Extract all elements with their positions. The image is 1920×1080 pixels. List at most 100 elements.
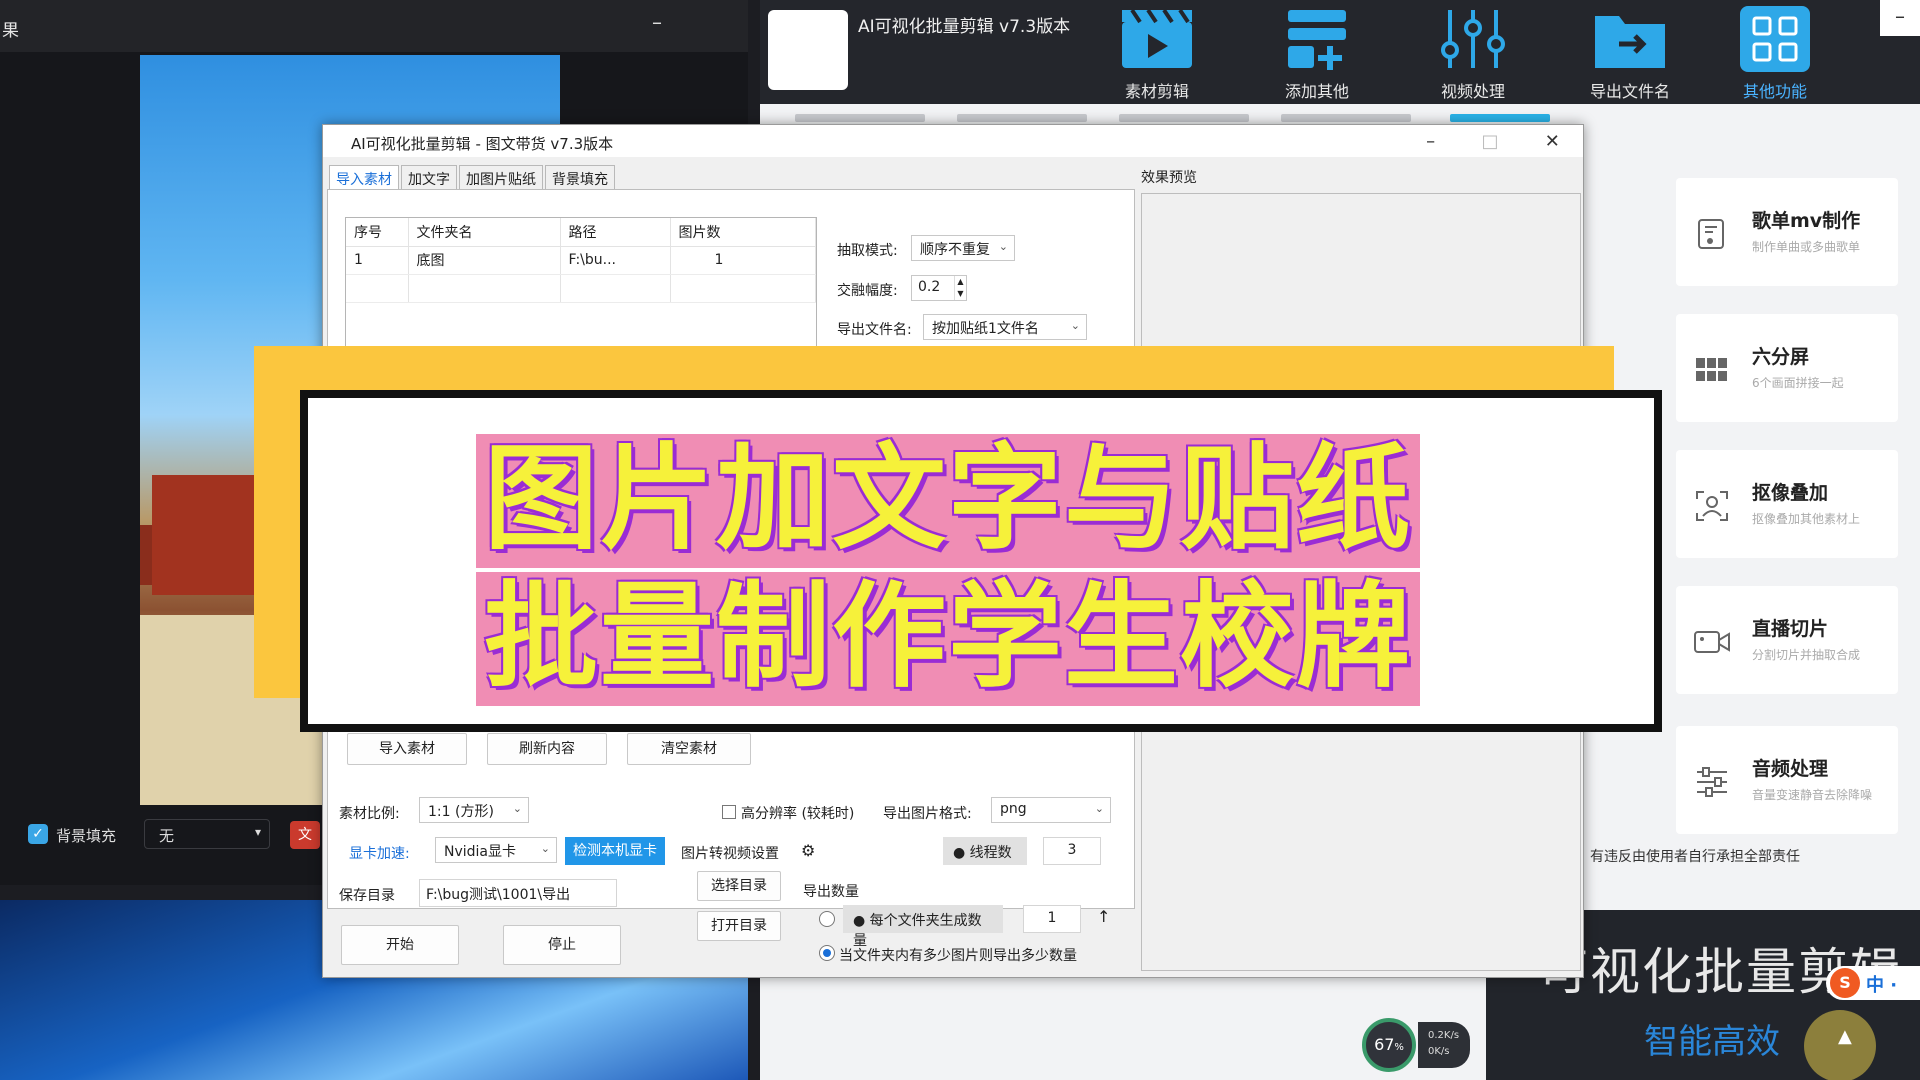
per-folder-label: ● 每个文件夹生成数量 <box>843 905 1003 949</box>
card-live-clip[interactable]: 直播切片 分割切片并抽取合成 <box>1676 586 1898 694</box>
format-select[interactable]: png ⌄ <box>991 797 1111 823</box>
choose-dir-button[interactable]: 选择目录 <box>697 871 781 901</box>
blend-stepper[interactable]: 0.2 ▲ ▼ <box>911 275 967 301</box>
sogou-icon: S <box>1830 968 1860 998</box>
chevron-down-icon: ⌄ <box>512 802 522 815</box>
card-title: 六分屏 <box>1752 346 1810 368</box>
stepper-arrows-icon[interactable]: ▲ ▼ <box>954 276 966 300</box>
card-keying[interactable]: 抠像叠加 抠像叠加其他素材上 <box>1676 450 1898 558</box>
stop-button[interactable]: 停止 <box>503 925 621 965</box>
save-dir-input[interactable]: F:\bug测试\1001\导出 <box>419 879 617 907</box>
column-header[interactable]: 序号 <box>346 218 409 247</box>
gpu-select[interactable]: Nvidia显卡 ⌄ <box>435 837 557 863</box>
folder-export-icon <box>1593 6 1667 72</box>
ratio-select[interactable]: 1:1 (方形) ⌄ <box>419 797 529 823</box>
portrait-icon <box>1694 488 1730 524</box>
column-header[interactable]: 文件夹名 <box>408 218 561 247</box>
blend-value: 0.2 <box>918 279 941 295</box>
nav-label: 添加其他 <box>1284 82 1349 101</box>
card-subtitle: 分割切片并抽取合成 <box>1752 648 1861 662</box>
card-playlist-mv[interactable]: 歌单mv制作 制作单曲或多曲歌单 <box>1676 178 1898 286</box>
nav-export-filename[interactable]: 导出文件名 <box>1560 6 1700 102</box>
detect-gpu-button[interactable]: 检测本机显卡 <box>565 837 665 865</box>
per-folder-radio[interactable] <box>819 911 835 927</box>
all-images-radio[interactable] <box>819 945 835 961</box>
table-row[interactable]: 1 底图 F:\bu... 1 <box>346 246 816 275</box>
left-controls-bar: ✓ 背景填充 无 ▾ 文 <box>0 815 320 855</box>
card-six-split[interactable]: 六分屏 6个画面拼接一起 <box>1676 314 1898 422</box>
ime-mode: 中 · <box>1866 975 1898 996</box>
nav-label: 导出文件名 <box>1589 82 1670 101</box>
hires-checkbox[interactable] <box>722 805 736 819</box>
text-chip[interactable]: 文 <box>290 821 320 849</box>
clapperboard-icon <box>1120 6 1194 72</box>
banner-line-2: 批量制作学生校牌 <box>476 572 1421 706</box>
export-name-label: 导出文件名: <box>837 322 912 338</box>
banner-line-1: 图片加文字与贴纸 <box>476 434 1421 568</box>
app-minimize-button[interactable]: – <box>1880 0 1920 36</box>
column-header[interactable]: 路径 <box>560 218 671 247</box>
tab-import-material[interactable]: 导入素材 <box>329 165 399 191</box>
format-value: png <box>1000 801 1027 817</box>
hires-label: 高分辨率 (较耗时) <box>741 806 855 822</box>
dialog-titlebar: AI可视化批量剪辑 - 图文带货 v7.3版本 – □ ✕ <box>323 125 1583 157</box>
download-rate: 0K/s <box>1428 1046 1450 1057</box>
window-controls: – □ ✕ <box>1403 125 1583 157</box>
bg-fill-select[interactable]: 无 ▾ <box>144 819 270 849</box>
audio-sliders-icon <box>1694 764 1730 800</box>
tab-add-sticker[interactable]: 加图片贴纸 <box>459 165 543 189</box>
refresh-button[interactable]: 刷新内容 <box>487 733 607 765</box>
gpu-label: 显卡加速: <box>349 846 410 862</box>
bg-fill-select-value: 无 <box>159 827 175 845</box>
app-header: AI可视化批量剪辑 v7.3版本 素材剪辑 添加其他 视频处理 导出文件名 其他… <box>760 0 1920 104</box>
clear-material-button[interactable]: 清空素材 <box>627 733 751 765</box>
nav-other-functions[interactable]: 其他功能 <box>1720 6 1830 102</box>
tab-add-text[interactable]: 加文字 <box>401 165 457 189</box>
bg-fill-checkbox[interactable]: ✓ <box>28 824 48 844</box>
per-folder-count-input[interactable]: 1 <box>1023 905 1081 933</box>
open-dir-button[interactable]: 打开目录 <box>697 911 781 941</box>
export-name-value: 按加贴纸1文件名 <box>932 321 1039 337</box>
column-header[interactable]: 图片数 <box>670 218 816 247</box>
save-dir-label: 保存目录 <box>339 888 395 904</box>
card-title: 音频处理 <box>1752 758 1829 780</box>
card-subtitle: 制作单曲或多曲歌单 <box>1752 240 1861 254</box>
nav-material-edit[interactable]: 素材剪辑 <box>1102 6 1212 102</box>
arrow-up-icon[interactable]: ↑ <box>1097 907 1110 926</box>
export-name-select[interactable]: 按加贴纸1文件名 ⌄ <box>923 314 1087 340</box>
nav-add-other[interactable]: 添加其他 <box>1262 6 1372 102</box>
card-title: 直播切片 <box>1752 618 1829 640</box>
nav-label: 其他功能 <box>1742 82 1807 101</box>
extract-mode-select[interactable]: 顺序不重复 ⌄ <box>911 235 1015 261</box>
card-title: 歌单mv制作 <box>1752 210 1861 232</box>
threads-input[interactable]: 3 <box>1043 837 1101 865</box>
cell-index: 1 <box>346 246 409 275</box>
nav-video-process[interactable]: 视频处理 <box>1418 6 1528 102</box>
nav-scroll-indicators <box>795 114 1555 122</box>
gpu-value: Nvidia显卡 <box>444 844 517 860</box>
bg-fill-label: 背景填充 <box>56 827 117 845</box>
close-button[interactable]: ✕ <box>1545 131 1560 152</box>
chevron-down-icon: ⌄ <box>1070 319 1080 332</box>
minimize-button[interactable]: – <box>652 10 662 34</box>
start-button[interactable]: 开始 <box>341 925 459 965</box>
tab-background-fill[interactable]: 背景填充 <box>545 165 615 189</box>
gear-icon[interactable]: ⚙ <box>801 841 815 860</box>
export-count-label: 导出数量 <box>803 884 859 900</box>
cell-folder: 底图 <box>408 246 561 275</box>
six-grid-icon <box>1694 352 1730 388</box>
threads-label: ● 线程数 <box>943 837 1027 865</box>
import-material-button[interactable]: 导入素材 <box>347 733 467 765</box>
nav-label: 素材剪辑 <box>1124 82 1189 101</box>
promo-subtitle: 智能高效 <box>1644 1022 1780 1062</box>
usage-percent: 67 <box>1374 1035 1395 1054</box>
ime-indicator[interactable]: S 中 · <box>1826 966 1920 1000</box>
minimize-button[interactable]: – <box>1426 131 1435 152</box>
maximize-button[interactable]: □ <box>1481 131 1498 152</box>
upload-rate: 0.2K/s <box>1428 1030 1460 1041</box>
app-title: AI可视化批量剪辑 v7.3版本 <box>858 17 1071 37</box>
dialog-title: AI可视化批量剪辑 - 图文带货 v7.3版本 <box>351 135 614 153</box>
card-audio-process[interactable]: 音频处理 音量变速静音去除降噪 <box>1676 726 1898 834</box>
per-folder-label-text: 每个文件夹生成数量 <box>853 913 982 949</box>
ratio-label: 素材比例: <box>339 806 400 822</box>
